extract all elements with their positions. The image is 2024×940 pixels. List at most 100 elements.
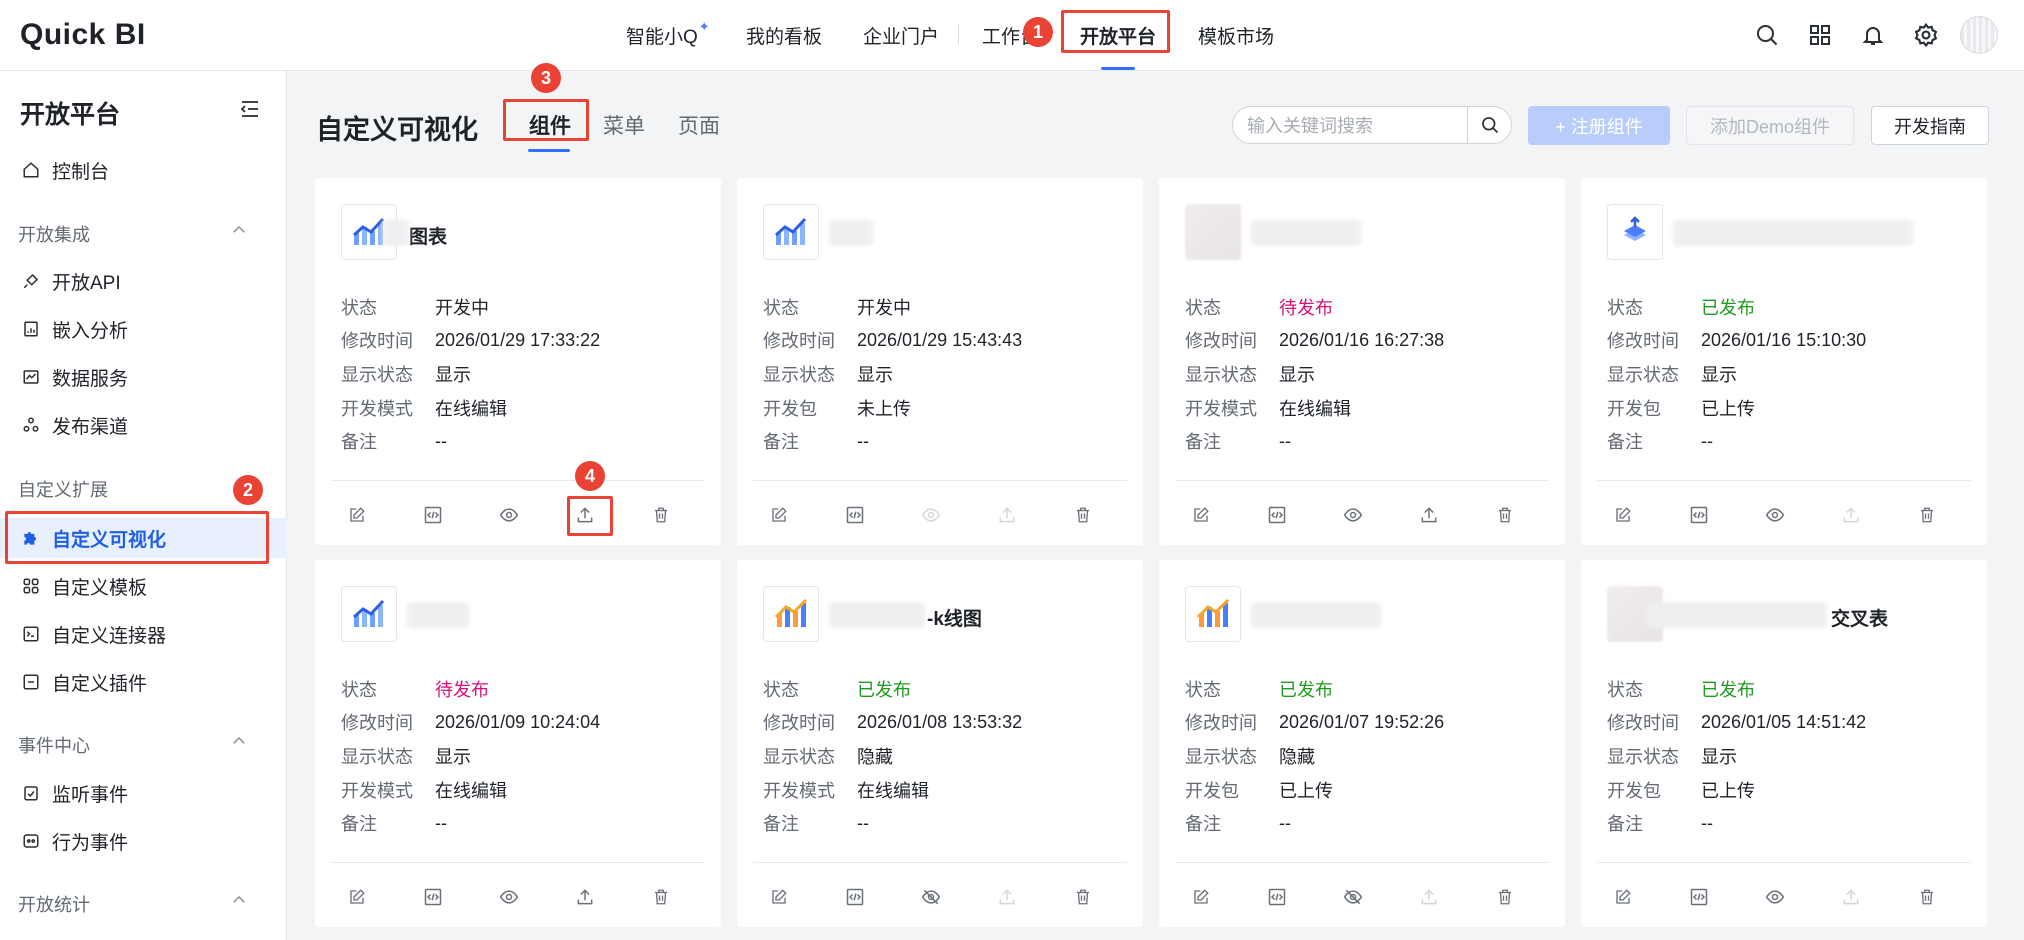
code-icon[interactable] — [1687, 885, 1711, 909]
field-display: 显示状态 显示 — [341, 739, 600, 773]
eye-off-icon[interactable] — [919, 885, 943, 909]
sidebar-item-custom-connector[interactable]: 自定义连接器 — [0, 614, 287, 654]
eye-icon[interactable] — [1341, 503, 1365, 527]
field-remark: 备注 -- — [1185, 424, 1444, 458]
code-icon[interactable] — [421, 885, 445, 909]
sidebar-item-console[interactable]: 控制台 — [0, 150, 287, 190]
code-icon[interactable] — [843, 885, 867, 909]
upload-icon[interactable] — [1417, 503, 1441, 527]
edit-icon[interactable] — [767, 503, 791, 527]
eye-icon[interactable] — [1763, 503, 1787, 527]
sidebar-item-behavior-events[interactable]: 行为事件 — [0, 821, 287, 861]
chevron-up-icon[interactable] — [230, 221, 250, 241]
tab-page[interactable]: 页面 — [678, 110, 720, 140]
sidebar: 开放平台 控制台 开放集成 开放API 嵌入分析 数据服务 发布渠道 自定义扩展… — [0, 71, 287, 940]
trash-icon[interactable] — [649, 503, 673, 527]
upload-icon[interactable] — [573, 885, 597, 909]
field-label: 修改时间 — [1607, 713, 1679, 734]
search-icon[interactable] — [1750, 18, 1784, 52]
sidebar-group-event-center: 事件中心 — [18, 736, 90, 756]
component-card[interactable]: 状态 开发中 修改时间 2026/01/29 15:43:43 显示状态 显示 开发包… — [737, 178, 1143, 545]
nav-portal[interactable]: 企业门户 — [863, 0, 939, 70]
component-logo — [1607, 204, 1663, 260]
code-icon[interactable] — [421, 503, 445, 527]
sidebar-item-embed-analysis[interactable]: 嵌入分析 — [0, 309, 287, 349]
app-logo[interactable]: Quick BI — [20, 18, 146, 52]
component-card[interactable]: 图表 状态 开发中 修改时间 2026/01/29 17:33:22 显示状态 显示 … — [315, 178, 721, 545]
trash-icon[interactable] — [1071, 503, 1095, 527]
nav-ai-assistant[interactable]: 智能小Q ✦ — [626, 0, 710, 70]
edit-icon[interactable] — [1611, 503, 1635, 527]
upload-icon[interactable] — [1839, 885, 1863, 909]
field-modified: 修改时间 2026/01/07 19:52:26 — [1185, 706, 1444, 740]
upload-icon[interactable] — [1839, 503, 1863, 527]
sidebar-item-listen-events[interactable]: 监听事件 — [0, 773, 287, 813]
sidebar-item-custom-plugin[interactable]: 自定义插件 — [0, 662, 287, 702]
eye-off-icon[interactable] — [1341, 885, 1365, 909]
redacted-name — [829, 220, 873, 246]
nav-template-market[interactable]: 模板市场 — [1198, 0, 1274, 70]
avatar[interactable] — [1960, 16, 1998, 54]
eye-icon[interactable] — [497, 885, 521, 909]
component-card[interactable]: 状态 已发布 修改时间 2026/01/07 19:52:26 显示状态 隐藏 开发包… — [1159, 560, 1565, 927]
code-icon[interactable] — [1265, 885, 1289, 909]
field-label: 显示状态 — [763, 746, 835, 767]
display-state-value: 显示 — [857, 364, 893, 385]
code-icon[interactable] — [1687, 503, 1711, 527]
add-demo-component-button[interactable]: 添加Demo组件 — [1686, 106, 1854, 145]
edit-icon[interactable] — [767, 885, 791, 909]
card-actions — [1607, 885, 1961, 909]
edit-icon[interactable] — [1189, 503, 1213, 527]
bell-icon[interactable] — [1856, 18, 1890, 52]
trash-icon[interactable] — [1915, 503, 1939, 527]
tab-menu[interactable]: 菜单 — [603, 110, 645, 140]
upload-icon[interactable] — [1417, 885, 1441, 909]
component-card[interactable]: -k线图 状态 已发布 修改时间 2026/01/08 13:53:32 显示状态 隐… — [737, 560, 1143, 927]
component-card[interactable]: 交叉表 状态 已发布 修改时间 2026/01/05 14:51:42 显示状态 显示… — [1581, 560, 1987, 927]
chevron-up-icon[interactable] — [230, 891, 250, 911]
trash-icon[interactable] — [649, 885, 673, 909]
collapse-menu-icon[interactable] — [238, 97, 264, 123]
trash-icon[interactable] — [1493, 503, 1517, 527]
eye-icon[interactable] — [919, 503, 943, 527]
sidebar-item-label: 自定义插件 — [52, 673, 148, 695]
sidebar-item-open-api[interactable]: 开放API — [0, 261, 287, 301]
component-fields: 状态 已发布 修改时间 2026/01/05 14:51:42 显示状态 显示 开发包… — [1607, 672, 1866, 840]
edit-icon[interactable] — [345, 503, 369, 527]
component-card[interactable]: 状态 待发布 修改时间 2026/01/16 16:27:38 显示状态 显示 开发模… — [1159, 178, 1565, 545]
sidebar-item-custom-template[interactable]: 自定义模板 — [0, 566, 287, 606]
trash-icon[interactable] — [1071, 885, 1095, 909]
trash-icon[interactable] — [1915, 885, 1939, 909]
sidebar-item-publish-channel[interactable]: 发布渠道 — [0, 405, 287, 445]
component-card[interactable]: 状态 待发布 修改时间 2026/01/09 10:24:04 显示状态 显示 开发模… — [315, 560, 721, 927]
edit-icon[interactable] — [1611, 885, 1635, 909]
trash-icon[interactable] — [1493, 885, 1517, 909]
code-icon[interactable] — [843, 503, 867, 527]
apps-grid-icon[interactable] — [1803, 18, 1837, 52]
search-input[interactable] — [1247, 115, 1447, 137]
display-state-value: 隐藏 — [857, 746, 893, 767]
edit-icon[interactable] — [1189, 885, 1213, 909]
edit-icon[interactable] — [345, 885, 369, 909]
component-fields: 状态 开发中 修改时间 2026/01/29 15:43:43 显示状态 显示 开发包… — [763, 290, 1022, 458]
field-modified: 修改时间 2026/01/05 14:51:42 — [1607, 706, 1866, 740]
eye-icon[interactable] — [497, 503, 521, 527]
component-card[interactable]: 状态 已发布 修改时间 2026/01/16 15:10:30 显示状态 显示 开发包… — [1581, 178, 1987, 545]
code-icon[interactable] — [1265, 503, 1289, 527]
sidebar-item-data-service[interactable]: 数据服务 — [0, 357, 287, 397]
upload-icon[interactable] — [995, 503, 1019, 527]
field-label: 显示状态 — [1607, 364, 1679, 385]
chevron-up-icon[interactable] — [230, 732, 250, 752]
remark-value: -- — [1701, 812, 1713, 833]
dev-mode-value: 已上传 — [1279, 780, 1333, 801]
component-name: -k线图 — [927, 609, 982, 630]
eye-icon[interactable] — [1763, 885, 1787, 909]
field-status: 状态 待发布 — [1185, 290, 1444, 324]
field-remark: 备注 -- — [763, 424, 1022, 458]
nav-my-dashboards[interactable]: 我的看板 — [746, 0, 822, 70]
gear-icon[interactable] — [1909, 18, 1943, 52]
dev-guide-button[interactable]: 开发指南 — [1871, 106, 1989, 145]
upload-icon[interactable] — [995, 885, 1019, 909]
search-button[interactable] — [1467, 107, 1512, 143]
register-component-button[interactable]: + 注册组件 — [1528, 106, 1670, 145]
